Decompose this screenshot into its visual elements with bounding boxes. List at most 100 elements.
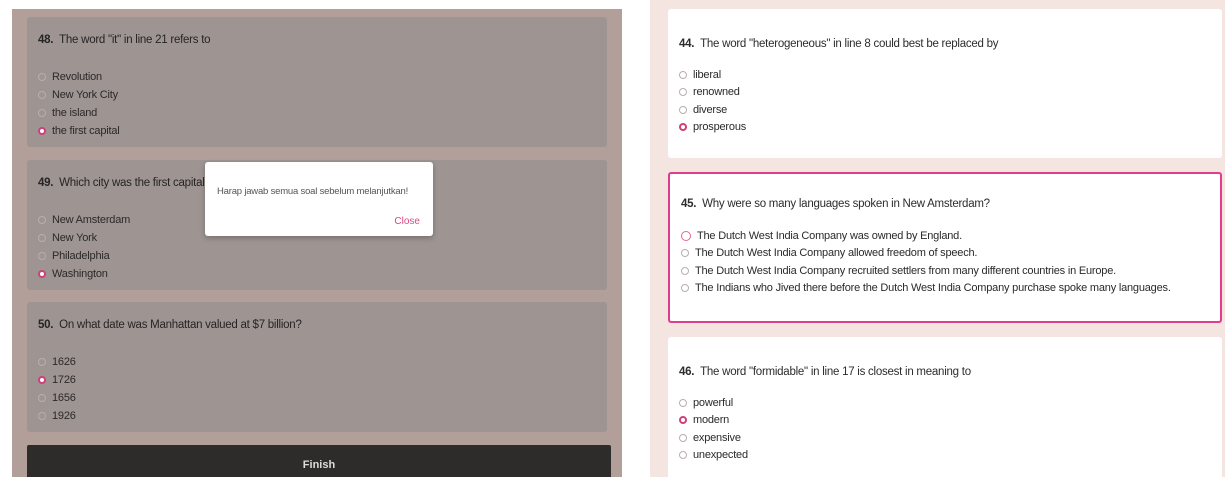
option-item[interactable]: Revolution: [38, 68, 120, 86]
option-item[interactable]: 1726: [38, 371, 76, 389]
option-label: 1926: [52, 410, 76, 422]
option-label: unexpected: [693, 449, 748, 462]
radio-button[interactable]: [681, 249, 689, 258]
radio-button[interactable]: [38, 91, 46, 99]
option-item[interactable]: 1656: [38, 389, 76, 407]
question-text: On what date was Manhattan valued at $7 …: [59, 319, 302, 331]
alert-dialog: Harap jawab semua soal sebelum melanjutk…: [205, 162, 433, 236]
option-item[interactable]: prosperous: [679, 119, 746, 137]
question-title: 48. The word "it" in line 21 refers to: [38, 34, 211, 46]
radio-button[interactable]: [38, 73, 46, 81]
radio-button-focused[interactable]: [681, 230, 691, 241]
option-item[interactable]: The Dutch West India Company recruited s…: [681, 262, 1171, 280]
option-item[interactable]: Philadelphia: [38, 247, 130, 265]
option-item[interactable]: New York: [38, 229, 130, 247]
option-label: 1656: [52, 392, 76, 404]
finish-button[interactable]: Finish: [27, 445, 611, 477]
option-label: New York City: [52, 89, 118, 101]
question-text: The word "formidable" in line 17 is clos…: [700, 366, 971, 378]
option-label: The Dutch West India Company was owned b…: [697, 229, 962, 242]
dialog-close-button[interactable]: Close: [394, 216, 420, 227]
left-quiz-panel: 48. The word "it" in line 21 refers to R…: [12, 9, 622, 477]
question-card-46: 46. The word "formidable" in line 17 is …: [668, 337, 1222, 477]
option-label: New York: [52, 232, 97, 244]
question-title: 45. Why were so many languages spoken in…: [681, 198, 990, 210]
option-item[interactable]: the island: [38, 104, 120, 122]
question-card-50: 50. On what date was Manhattan valued at…: [27, 302, 607, 432]
option-item[interactable]: The Dutch West India Company allowed fre…: [681, 245, 1171, 263]
radio-button[interactable]: [38, 358, 46, 366]
option-label: Washington: [52, 268, 108, 280]
option-label: Revolution: [52, 71, 102, 83]
question-card-44: 44. The word "heterogeneous" in line 8 c…: [668, 9, 1222, 158]
option-item[interactable]: 1926: [38, 407, 76, 425]
option-label: liberal: [693, 68, 721, 81]
radio-button[interactable]: [679, 433, 687, 442]
question-number: 45.: [681, 198, 697, 210]
option-item[interactable]: expensive: [679, 429, 748, 447]
radio-button-selected[interactable]: [679, 123, 687, 132]
option-label: diverse: [693, 103, 728, 116]
option-item[interactable]: unexpected: [679, 447, 748, 465]
question-number: 49.: [38, 177, 54, 189]
option-item[interactable]: 1626: [38, 353, 76, 371]
option-list: powerful modern expensive unexpected: [679, 394, 748, 464]
question-card-45: 45. Why were so many languages spoken in…: [668, 172, 1222, 323]
option-item[interactable]: modern: [679, 412, 748, 430]
radio-button[interactable]: [679, 70, 687, 79]
radio-button[interactable]: [679, 451, 687, 460]
option-item[interactable]: The Dutch West India Company was owned b…: [681, 227, 1171, 245]
radio-button[interactable]: [38, 394, 46, 402]
option-label: New Amsterdam: [52, 214, 131, 226]
option-list: Revolution New York City the island the …: [38, 68, 120, 140]
question-number: 46.: [679, 366, 695, 378]
radio-button[interactable]: [38, 252, 46, 260]
question-title: 46. The word "formidable" in line 17 is …: [679, 366, 971, 378]
option-item[interactable]: powerful: [679, 394, 748, 412]
option-item[interactable]: the first capital: [38, 122, 120, 140]
option-item[interactable]: liberal: [679, 66, 746, 84]
radio-button[interactable]: [38, 412, 46, 420]
option-label: The Dutch West India Company recruited s…: [695, 264, 1116, 277]
question-title: 50. On what date was Manhattan valued at…: [38, 319, 302, 331]
radio-button[interactable]: [681, 266, 689, 275]
radio-button-selected[interactable]: [38, 127, 46, 135]
radio-button[interactable]: [38, 109, 46, 117]
option-item[interactable]: Washington: [38, 265, 130, 283]
radio-button[interactable]: [679, 105, 687, 114]
option-item[interactable]: diverse: [679, 101, 746, 119]
question-title: 44. The word "heterogeneous" in line 8 c…: [679, 38, 999, 50]
question-card-48: 48. The word "it" in line 21 refers to R…: [27, 17, 607, 147]
question-number: 44.: [679, 38, 695, 50]
radio-button[interactable]: [38, 234, 46, 242]
option-item[interactable]: renowned: [679, 84, 746, 102]
option-item[interactable]: New Amsterdam: [38, 211, 130, 229]
radio-button-selected[interactable]: [38, 270, 46, 278]
option-list: 1626 1726 1656 1926: [38, 353, 76, 425]
option-item[interactable]: New York City: [38, 86, 120, 104]
question-text: The word "it" in line 21 refers to: [59, 34, 211, 46]
option-label: the first capital: [52, 125, 120, 137]
option-item[interactable]: The Indians who Jived there before the D…: [681, 280, 1171, 298]
radio-button[interactable]: [38, 216, 46, 224]
question-text: The word "heterogeneous" in line 8 could…: [700, 38, 999, 50]
option-label: the island: [52, 107, 98, 119]
dialog-message: Harap jawab semua soal sebelum melanjutk…: [217, 186, 409, 197]
radio-button[interactable]: [679, 88, 687, 97]
option-label: The Dutch West India Company allowed fre…: [695, 247, 978, 260]
radio-button[interactable]: [679, 398, 687, 407]
option-list: The Dutch West India Company was owned b…: [681, 227, 1171, 297]
radio-button[interactable]: [681, 284, 689, 293]
option-list: New Amsterdam New York Philadelphia Wash…: [38, 211, 130, 283]
option-label: renowned: [693, 86, 740, 99]
option-label: 1726: [52, 374, 76, 386]
option-label: Philadelphia: [52, 250, 110, 262]
question-number: 50.: [38, 319, 54, 331]
radio-button-selected[interactable]: [679, 416, 687, 425]
question-text: Why were so many languages spoken in New…: [702, 198, 990, 210]
option-label: modern: [693, 414, 730, 427]
radio-button-selected[interactable]: [38, 376, 46, 384]
option-label: 1626: [52, 356, 76, 368]
option-label: The Indians who Jived there before the D…: [695, 282, 1171, 295]
question-number: 48.: [38, 34, 54, 46]
